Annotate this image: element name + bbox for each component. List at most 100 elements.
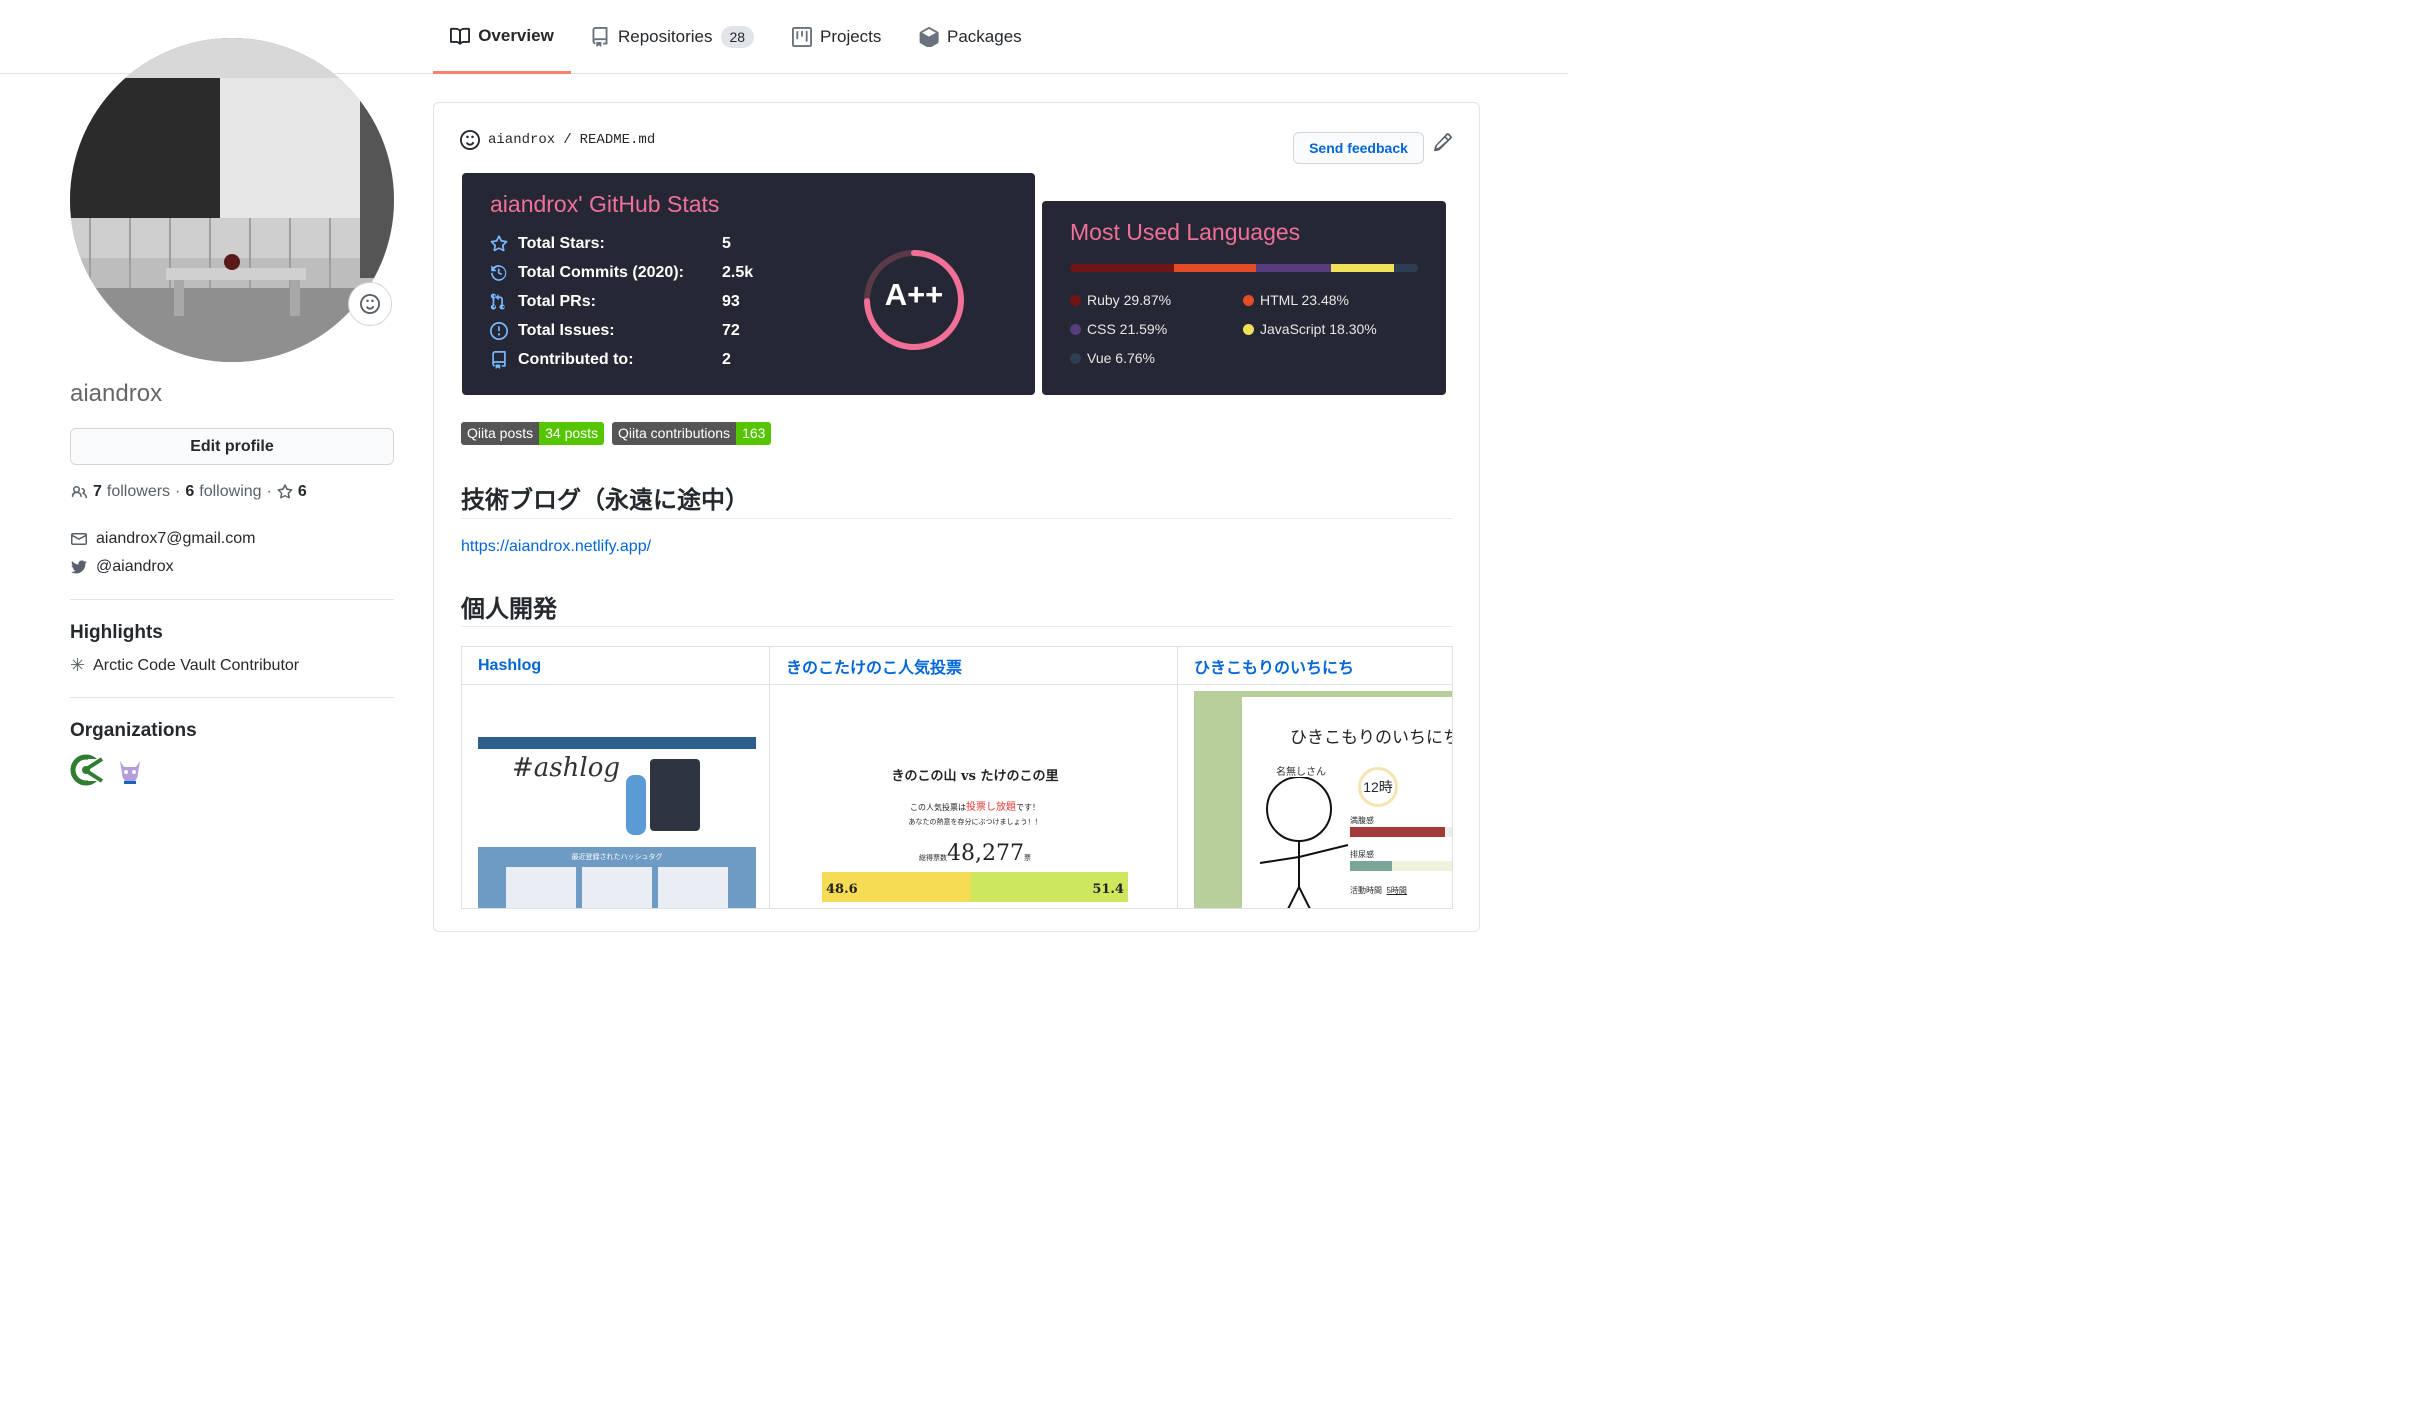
badge-value: 163: [736, 422, 772, 445]
hashlog-screenshot[interactable]: #ashlog 最近登録されたハッシュタグ: [478, 737, 756, 908]
language-bar-segment: [1173, 264, 1256, 272]
language-item-javascript: JavaScript 18.30%: [1243, 321, 1377, 337]
repositories-count-badge: 28: [720, 26, 755, 48]
org-logo-icon: [70, 754, 106, 786]
set-status-button[interactable]: [348, 282, 392, 326]
tab-overview[interactable]: Overview: [433, 0, 571, 74]
tab-packages[interactable]: Packages: [919, 0, 1022, 74]
stat-value: 72: [722, 322, 740, 339]
dev-heading: 個人開発: [461, 596, 557, 623]
followers-count[interactable]: 7: [93, 483, 102, 501]
dot-separator: ·: [175, 483, 181, 500]
divider: [70, 599, 394, 600]
highlight-label[interactable]: Arctic Code Vault Contributor: [93, 657, 299, 675]
star-icon: [277, 484, 293, 499]
project-cell-kinoko: きのこの山 vs たけのこの里 この人気投票は投票し放題です！ あなたの熱意を存…: [770, 685, 1178, 908]
project-header-kinoko[interactable]: きのこたけのこ人気投票: [770, 647, 1178, 685]
kinoko-subtitle: この人気投票は投票し放題です！: [822, 798, 1128, 813]
hashlog-tag-card: [506, 867, 576, 908]
css-dot: [1070, 323, 1081, 335]
languages-bar: [1070, 264, 1418, 272]
send-feedback-button[interactable]: Send feedback: [1293, 132, 1424, 164]
project-header-hikikomori[interactable]: ひきこもりのいちにち: [1178, 647, 1452, 685]
stat-label: Total Commits (2020):: [518, 264, 684, 281]
ruby-dot: [1070, 294, 1081, 306]
hashlog-illustration: [650, 759, 700, 831]
kinoko-screenshot[interactable]: きのこの山 vs たけのこの里 この人気投票は投票し放題です！ あなたの熱意を存…: [822, 765, 1128, 908]
divider: [70, 697, 394, 698]
pencil-icon: [1433, 133, 1452, 152]
people-icon: [71, 485, 88, 499]
follow-stats: 7 followers · 6 following · 6: [70, 483, 307, 501]
edit-readme-button[interactable]: [1433, 133, 1452, 156]
readme-owner[interactable]: aiandrox: [488, 132, 555, 148]
language-label: Vue 6.76%: [1087, 350, 1155, 366]
badge-value: 34 posts: [539, 422, 605, 445]
hashlog-logo: #ashlog: [512, 753, 620, 783]
kinoko-total: 総得票数48,277票: [822, 841, 1128, 866]
hashlog-illustration-person: [626, 775, 646, 835]
language-bar-segment: [1330, 264, 1395, 272]
org-avatar-1[interactable]: [70, 753, 106, 792]
hikikomori-meter: [1350, 861, 1452, 871]
profile-username: aiandrox: [70, 380, 163, 407]
stat-value: 2: [722, 351, 731, 368]
stat-label: Contributed to:: [518, 351, 634, 368]
blog-link[interactable]: https://aiandrox.netlify.app/: [461, 538, 651, 556]
language-item-html: HTML 23.48%: [1243, 292, 1349, 308]
qiita-posts-badge[interactable]: Qiita posts 34 posts: [461, 422, 605, 445]
project-header-hashlog[interactable]: Hashlog: [462, 647, 770, 685]
activity-value: 5時間: [1386, 886, 1407, 895]
stat-row-stars: Total Stars: 5: [490, 235, 731, 253]
tab-packages-label: Packages: [947, 27, 1022, 46]
email-link[interactable]: aiandrox7@gmail.com: [96, 530, 255, 548]
hashlog-tag-section: 最近登録されたハッシュタグ: [478, 847, 756, 908]
following-label[interactable]: following: [199, 483, 261, 501]
hikikomori-meter-label: 排尿感: [1350, 850, 1374, 859]
tab-repositories[interactable]: Repositories 28: [590, 0, 755, 74]
edit-profile-button[interactable]: Edit profile: [70, 428, 394, 465]
badge-label: Qiita posts: [461, 422, 540, 445]
cat-mascot-icon: [114, 753, 146, 787]
javascript-dot: [1243, 323, 1254, 335]
stars-count[interactable]: 6: [298, 483, 307, 501]
stick-figure: [1259, 777, 1349, 908]
email-row: aiandrox7@gmail.com: [70, 530, 255, 548]
avatar[interactable]: [70, 38, 394, 362]
followers-label[interactable]: followers: [107, 483, 170, 501]
language-label: HTML 23.48%: [1260, 292, 1349, 308]
hikikomori-screenshot[interactable]: ひきこもりのいちにち 名無しさん 12時 満腹感 排尿感 活動時間 5時間: [1194, 691, 1452, 908]
stat-row-issues: Total Issues: 72: [490, 322, 740, 340]
hashlog-tag-card: [582, 867, 652, 908]
following-count[interactable]: 6: [185, 483, 194, 501]
language-bar-segment: [1255, 264, 1331, 272]
hikikomori-clock: 12時: [1358, 767, 1398, 807]
org-avatar-2[interactable]: [114, 753, 146, 792]
project-cell-hikikomori: ひきこもりのいちにち 名無しさん 12時 満腹感 排尿感 活動時間 5時間: [1178, 685, 1452, 908]
highlights-title: Highlights: [70, 622, 163, 643]
meter-fill: [1350, 827, 1445, 837]
pull-request-icon: [490, 293, 505, 310]
issue-icon: [490, 322, 508, 340]
readme-header: aiandrox / README.md: [460, 130, 655, 150]
readme-filename[interactable]: README.md: [580, 132, 656, 148]
tab-projects[interactable]: Projects: [792, 0, 881, 74]
star-icon: [490, 235, 508, 252]
organizations-title: Organizations: [70, 720, 197, 741]
badge-label: Qiita contributions: [612, 422, 737, 445]
kinoko-total-unit: 票: [1023, 854, 1031, 862]
meter-fill: [1350, 861, 1392, 871]
package-icon: [919, 27, 939, 47]
kinoko-title: きのこの山 vs たけのこの里: [891, 769, 1059, 784]
kinoko-total-value: 48,277: [947, 841, 1024, 866]
kinoko-right-value: 51.4: [970, 872, 1128, 902]
activity-label: 活動時間: [1350, 886, 1382, 895]
stat-row-prs: Total PRs: 93: [490, 293, 740, 311]
stat-row-contributed: Contributed to: 2: [490, 351, 731, 369]
tab-repositories-label: Repositories: [618, 27, 713, 46]
mail-icon: [71, 533, 87, 545]
twitter-link[interactable]: @aiandrox: [96, 558, 174, 576]
highlight-item: ✳ Arctic Code Vault Contributor: [70, 655, 299, 676]
qiita-contributions-badge[interactable]: Qiita contributions 163: [612, 422, 772, 445]
hikikomori-activity: 活動時間 5時間: [1350, 885, 1407, 896]
